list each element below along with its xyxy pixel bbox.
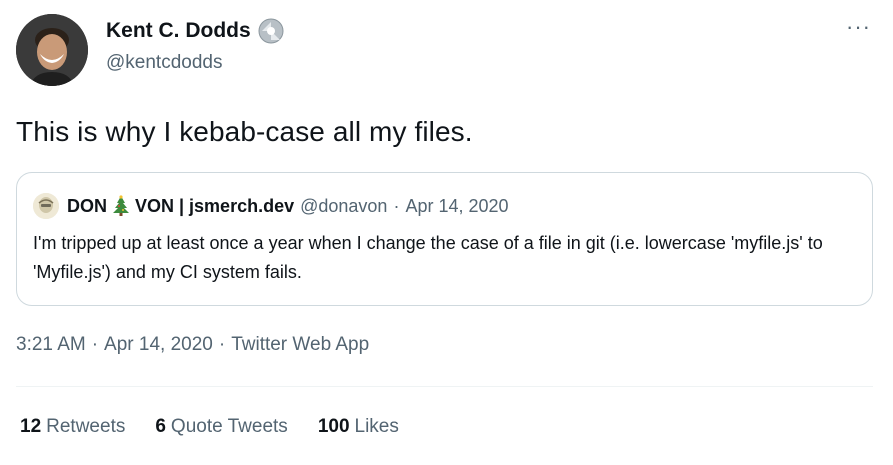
quote-tweets-count: 6	[155, 416, 166, 437]
retweets-count: 12	[20, 416, 42, 437]
quote-author-handle[interactable]: @donavon	[300, 196, 387, 217]
author-name[interactable]: Kent C. Dodds	[106, 19, 251, 43]
tweet-metadata: 3:21 AM · Apr 14, 2020 · Twitter Web App	[16, 334, 369, 356]
author-handle[interactable]: @kentcdodds	[106, 52, 222, 74]
tweet-stats: 12 Retweets 6 Quote Tweets 100 Likes	[20, 416, 429, 438]
tweet-date[interactable]: Apr 14, 2020	[104, 334, 213, 355]
retweets-stat[interactable]: 12 Retweets	[20, 416, 125, 438]
quoted-tweet[interactable]: DON VON | jsmerch.dev @donavon · Apr 14,…	[16, 172, 873, 306]
meta-separator-2: ·	[218, 334, 226, 355]
quote-tweets-stat[interactable]: 6 Quote Tweets	[155, 416, 287, 438]
author-name-row[interactable]: Kent C. Dodds	[106, 18, 284, 44]
quoted-tweet-header: DON VON | jsmerch.dev @donavon · Apr 14,…	[33, 193, 509, 219]
quote-text: I'm tripped up at least once a year when…	[33, 233, 823, 282]
tweet-text: This is why I kebab-case all my files.	[16, 116, 473, 147]
meta-separator-1: ·	[91, 334, 99, 355]
verified-badge-icon	[258, 18, 284, 44]
tweet-time[interactable]: 3:21 AM	[16, 334, 86, 355]
divider	[16, 386, 873, 387]
quote-name-part1: DON	[67, 195, 107, 216]
christmas-tree-icon	[111, 195, 131, 217]
tweet-source[interactable]: Twitter Web App	[231, 334, 369, 355]
quote-author-name[interactable]: DON VON | jsmerch.dev	[67, 195, 294, 217]
more-icon[interactable]: ···	[846, 16, 871, 38]
quote-avatar	[33, 193, 59, 219]
author-avatar[interactable]	[16, 14, 88, 86]
quote-separator: ·	[393, 195, 400, 216]
quote-date[interactable]: Apr 14, 2020	[405, 196, 508, 217]
likes-stat[interactable]: 100 Likes	[318, 416, 399, 438]
quote-tweets-label: Quote Tweets	[170, 416, 288, 437]
retweets-label: Retweets	[46, 416, 126, 437]
likes-label: Likes	[354, 416, 399, 437]
tweet-card: Kent C. Dodds @kentcdodds ··· This is wh…	[0, 0, 893, 465]
likes-count: 100	[317, 416, 350, 437]
quote-name-part2: VON | jsmerch.dev	[135, 195, 295, 216]
